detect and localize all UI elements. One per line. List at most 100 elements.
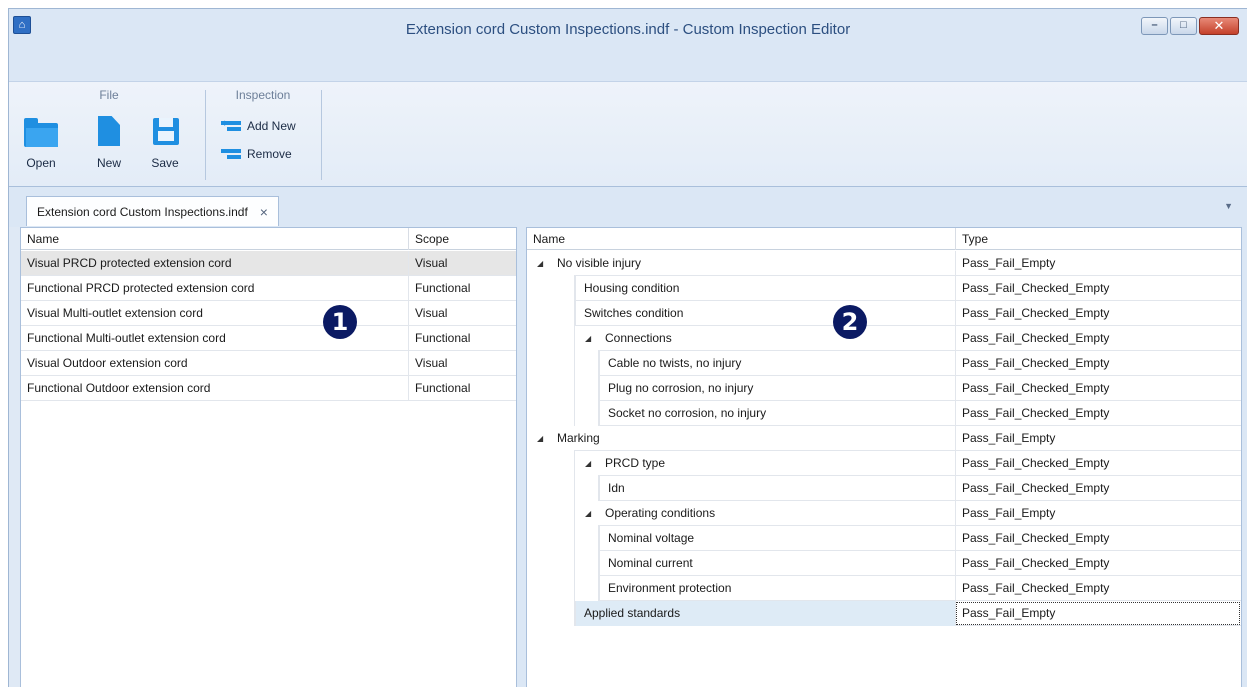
tree-row[interactable]: Idn Pass_Fail_Checked_Empty [527, 475, 1241, 501]
tree-step-type-cell[interactable]: Pass_Fail_Checked_Empty [955, 476, 1241, 501]
remove-button[interactable]: – Remove [221, 144, 292, 164]
tree-indent-guide [527, 275, 575, 301]
tree-step-name-cell: Switches condition [575, 301, 955, 326]
ribbon-group-file: File Open New Save [19, 82, 199, 186]
tree-step-type-cell[interactable]: Pass_Fail_Checked_Empty [955, 551, 1241, 576]
inspection-name-cell: Functional PRCD protected extension cord [27, 281, 255, 295]
tree-step-type-cell[interactable]: Pass_Fail_Checked_Empty [955, 576, 1241, 601]
tree-step-name-cell: No visible injury [557, 256, 642, 270]
column-header-step-name[interactable]: Name [527, 228, 955, 250]
tree-step-type-cell[interactable]: Pass_Fail_Checked_Empty [955, 351, 1241, 376]
expand-triangle-icon[interactable]: ◢ [537, 426, 543, 451]
tree-row[interactable]: ◢ Connections Pass_Fail_Checked_Empty [527, 325, 1241, 351]
inspection-list-row[interactable]: Visual PRCD protected extension cord Visu… [21, 251, 516, 276]
tree-step-name-cell: Applied standards [575, 601, 955, 626]
inspection-steps-tree-pane: Name Type ◢ No visible injury Pass_Fail_Em… [526, 227, 1242, 687]
document-tab-label: Extension cord Custom Inspections.indf [37, 204, 248, 219]
add-row-icon: + [221, 119, 241, 133]
inspection-list-row[interactable]: Functional Multi-outlet extension cord Fu… [21, 326, 516, 351]
expand-triangle-icon[interactable]: ◢ [585, 326, 591, 351]
tree-row[interactable]: ◢ No visible injury Pass_Fail_Empty [527, 251, 1241, 276]
inspections-list-pane: Name Scope Visual PRCD protected extensi… [20, 227, 517, 687]
expand-triangle-icon[interactable]: ◢ [537, 251, 543, 276]
tree-row[interactable]: Environment protection Pass_Fail_Checked_… [527, 575, 1241, 601]
minimize-button[interactable]: – [1141, 17, 1168, 35]
tree-indent-guide [527, 325, 575, 351]
tree-step-type-cell[interactable]: Pass_Fail_Empty [955, 601, 1241, 626]
restore-button[interactable]: □ [1170, 17, 1197, 35]
tree-indent-guide [575, 550, 599, 576]
app-window: ⌂ Extension cord Custom Inspections.indf… [8, 8, 1247, 687]
tree-step-type-cell[interactable]: Pass_Fail_Checked_Empty [955, 401, 1241, 426]
tree-indent-guide [527, 375, 575, 401]
tree-row[interactable]: Switches condition Pass_Fail_Checked_Empt… [527, 300, 1241, 326]
inspection-list-row[interactable]: Visual Multi-outlet extension cord Visual [21, 301, 516, 326]
tree-step-name-cell: Socket no corrosion, no injury [599, 401, 955, 426]
tree-row[interactable]: Applied standards Pass_Fail_Empty [527, 600, 1241, 626]
tree-step-type-cell[interactable]: Pass_Fail_Checked_Empty [955, 301, 1241, 326]
save-button[interactable]: Save [145, 114, 185, 170]
tree-step-type-cell[interactable]: Pass_Fail_Empty [955, 501, 1241, 526]
inspection-name-cell: Functional Outdoor extension cord [27, 381, 211, 395]
ribbon-group-title-file: File [99, 88, 119, 102]
inspection-list-row[interactable]: Functional PRCD protected extension cord… [21, 276, 516, 301]
document-tab[interactable]: Extension cord Custom Inspections.indf × [26, 196, 279, 226]
column-header-scope[interactable]: Scope [408, 228, 518, 250]
tree-indent-guide [575, 525, 599, 551]
ribbon-separator [321, 90, 322, 180]
add-new-button[interactable]: + Add New [221, 116, 296, 136]
tree-step-name-cell: Plug no corrosion, no injury [599, 376, 955, 401]
new-button[interactable]: New [89, 114, 129, 170]
tree-row[interactable]: Socket no corrosion, no injury Pass_Fail_… [527, 400, 1241, 426]
tree-indent-guide [575, 400, 599, 426]
tree-indent-guide [575, 475, 599, 501]
tree-row[interactable]: Cable no twists, no injury Pass_Fail_Chec… [527, 350, 1241, 376]
tree-row[interactable]: Nominal voltage Pass_Fail_Checked_Empty [527, 525, 1241, 551]
open-button-label: Open [26, 156, 56, 170]
inspections-list-header: Name Scope [21, 228, 516, 250]
tree-row[interactable]: ◢ Marking Pass_Fail_Empty [527, 426, 1241, 451]
tree-step-type-cell[interactable]: Pass_Fail_Checked_Empty [955, 376, 1241, 401]
ribbon: File Open New Save Inspection + Add New … [9, 81, 1247, 187]
expand-triangle-icon[interactable]: ◢ [585, 501, 591, 526]
close-tab-icon[interactable]: × [260, 204, 268, 220]
tree-row[interactable]: Housing condition Pass_Fail_Checked_Empty [527, 275, 1241, 301]
tree-row[interactable]: Plug no corrosion, no injury Pass_Fail_Ch… [527, 375, 1241, 401]
tree-row[interactable]: ◢ Operating conditions Pass_Fail_Empty [527, 500, 1241, 526]
tree-step-type-cell[interactable]: Pass_Fail_Checked_Empty [955, 451, 1241, 476]
open-button[interactable]: Open [21, 114, 61, 170]
close-button[interactable]: ✕ [1199, 17, 1239, 35]
inspection-name-cell: Visual Outdoor extension cord [27, 356, 188, 370]
tree-step-type-cell[interactable]: Pass_Fail_Empty [955, 251, 1241, 276]
tree-indent-guide [575, 575, 599, 601]
column-header-type[interactable]: Type [955, 228, 1243, 250]
inspection-scope-cell: Functional [408, 326, 518, 351]
ribbon-group-title-inspection: Inspection [235, 88, 291, 102]
new-document-icon [89, 114, 129, 152]
inspection-list-row[interactable]: Functional Outdoor extension cord Functio… [21, 376, 516, 401]
inspection-scope-cell: Visual [408, 301, 518, 326]
close-icon: ✕ [1213, 18, 1225, 33]
tree-step-type-cell[interactable]: Pass_Fail_Checked_Empty [955, 276, 1241, 301]
expand-triangle-icon[interactable]: ◢ [585, 451, 591, 476]
tree-step-name-cell: Housing condition [575, 276, 955, 301]
tree-indent-guide [527, 400, 575, 426]
column-header-name[interactable]: Name [21, 228, 408, 250]
tree-step-type-cell[interactable]: Pass_Fail_Checked_Empty [955, 526, 1241, 551]
tree-indent-guide [527, 450, 575, 476]
tree-indent-guide [527, 350, 575, 376]
tree-indent-guide [527, 525, 575, 551]
save-button-label: Save [151, 156, 179, 170]
inspection-list-row[interactable]: Visual Outdoor extension cord Visual [21, 351, 516, 376]
tree-step-name-cell: PRCD type [605, 456, 666, 470]
tree-indent-guide [575, 375, 599, 401]
tree-step-type-cell[interactable]: Pass_Fail_Checked_Empty [955, 326, 1241, 351]
inspection-scope-cell: Visual [408, 351, 518, 376]
tab-list-dropdown-icon[interactable]: ▼ [1224, 201, 1233, 211]
tree-row[interactable]: Nominal current Pass_Fail_Checked_Empty [527, 550, 1241, 576]
tree-step-type-cell[interactable]: Pass_Fail_Empty [955, 426, 1241, 451]
ribbon-group-inspection: Inspection + Add New – Remove [207, 82, 319, 186]
minimize-icon: – [1151, 19, 1158, 31]
tree-indent-guide [527, 300, 575, 326]
tree-row[interactable]: ◢ PRCD type Pass_Fail_Checked_Empty [527, 450, 1241, 476]
